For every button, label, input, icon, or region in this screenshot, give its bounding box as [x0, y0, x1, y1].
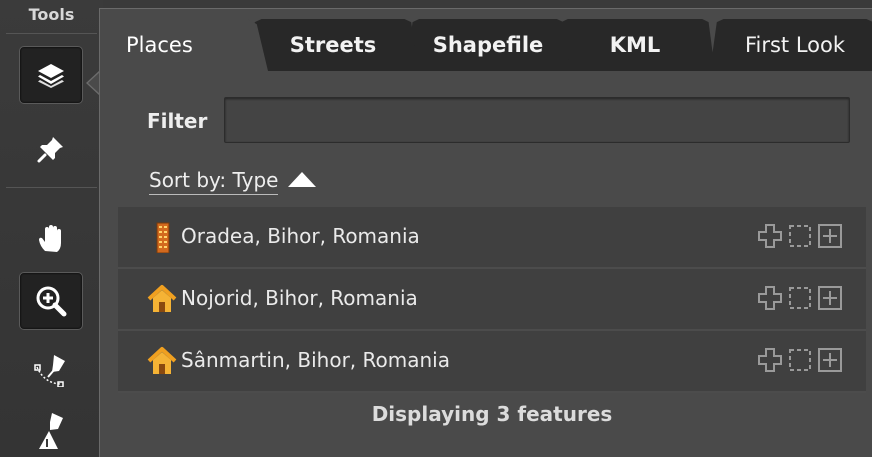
zoom-in-icon [36, 286, 67, 317]
filter-input[interactable] [224, 97, 850, 143]
polygon-tool-button[interactable] [19, 400, 83, 457]
place-label: Oradea, Bihor, Romania [181, 224, 420, 248]
places-list: Oradea, Bihor, Romania Nojorid, Bihor, R… [118, 207, 866, 393]
places-panel: KML First Look Shapefile Streets Places … [99, 8, 872, 457]
layers-icon [38, 64, 64, 88]
tab-label: Places [126, 33, 193, 57]
add-box-icon[interactable] [817, 347, 843, 373]
add-cross-icon[interactable] [757, 347, 783, 373]
tab-label: Streets [289, 33, 377, 57]
polygon-pen-icon [39, 413, 63, 449]
layers-tool-button[interactable] [19, 46, 83, 104]
place-label: Nojorid, Bihor, Romania [181, 286, 418, 310]
tab-shapefile[interactable]: Shapefile [406, 19, 570, 71]
tools-panel: Tools [0, 0, 103, 457]
tab-streets[interactable]: Streets [248, 19, 418, 71]
add-cross-icon[interactable] [757, 285, 783, 311]
filter-label: Filter [147, 109, 208, 133]
pan-hand-icon [39, 225, 61, 252]
place-label: Sânmartin, Bihor, Romania [181, 348, 450, 372]
row-actions [757, 223, 843, 249]
tab-places[interactable]: Places [108, 19, 268, 71]
list-item[interactable]: Nojorid, Bihor, Romania [118, 269, 866, 331]
tab-kml[interactable]: KML [555, 19, 715, 71]
selected-tool-pointer [86, 70, 100, 96]
tab-label: KML [609, 33, 661, 57]
select-dashed-icon[interactable] [787, 285, 813, 311]
sort-ascending-icon [288, 172, 317, 187]
path-tool-button[interactable] [19, 341, 83, 399]
row-actions [757, 285, 843, 311]
select-dashed-icon[interactable] [787, 347, 813, 373]
house-icon [147, 347, 177, 374]
tab-first-look[interactable]: First Look [710, 19, 872, 71]
path-pen-icon [34, 355, 65, 387]
tab-bar: KML First Look Shapefile Streets Places [100, 19, 872, 71]
sort-label: Sort by: Type [149, 168, 279, 195]
tools-divider [6, 187, 97, 188]
tab-label: Shapefile [432, 33, 544, 57]
pushpin-tool-button[interactable] [19, 120, 83, 178]
row-actions [757, 347, 843, 373]
add-box-icon[interactable] [817, 285, 843, 311]
pan-tool-button[interactable] [19, 210, 83, 268]
pushpin-icon [37, 137, 63, 163]
select-dashed-icon[interactable] [787, 223, 813, 249]
list-item[interactable]: Oradea, Bihor, Romania [118, 207, 866, 269]
add-cross-icon[interactable] [757, 223, 783, 249]
add-box-icon[interactable] [817, 223, 843, 249]
house-icon [147, 285, 177, 312]
zoom-tool-button[interactable] [19, 272, 83, 330]
tab-label: First Look [744, 33, 846, 57]
feature-count-status: Displaying 3 features [371, 402, 613, 426]
tools-title: Tools [0, 0, 103, 36]
sort-control[interactable]: Sort by: Type [149, 168, 317, 195]
list-item[interactable]: Sânmartin, Bihor, Romania [118, 331, 866, 393]
city-building-icon [156, 222, 170, 253]
